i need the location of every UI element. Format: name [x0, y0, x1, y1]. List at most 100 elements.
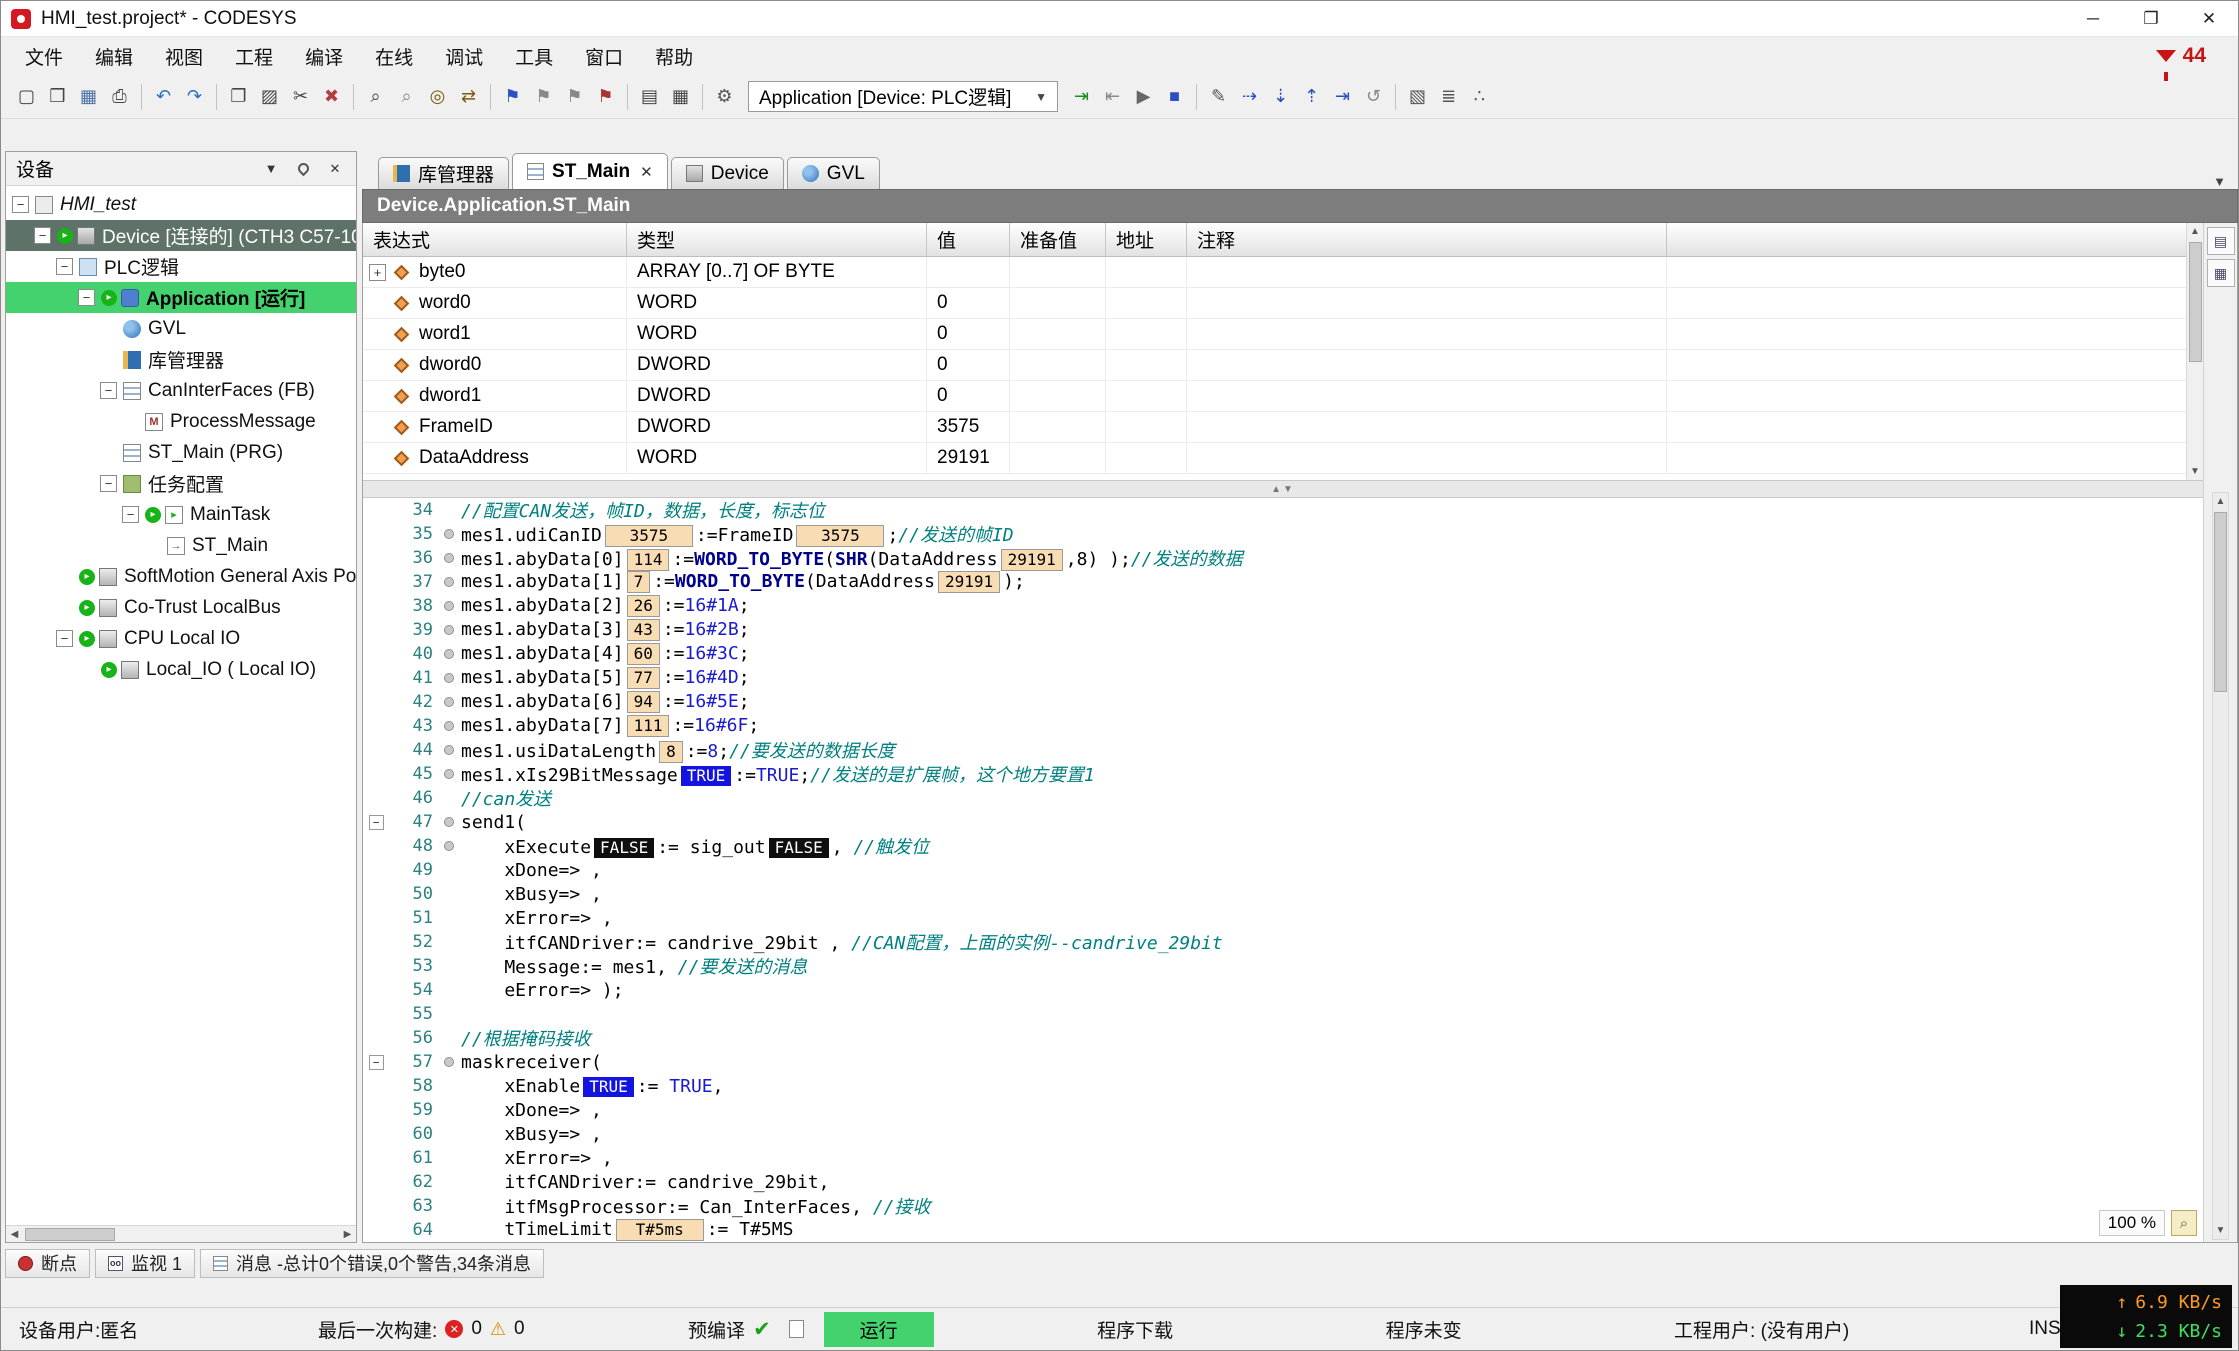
breakpoint-gutter[interactable] — [437, 1057, 461, 1067]
code-line-62[interactable]: 62 itfCANDriver:= candrive_29bit, — [363, 1170, 2203, 1194]
breakpoint-gutter[interactable] — [437, 649, 461, 659]
redo-button[interactable]: ↷ — [179, 81, 210, 112]
breakpoint-gutter[interactable] — [437, 601, 461, 611]
code-line-41[interactable]: 41mes1.abyData[5]77:=16#4D; — [363, 666, 2203, 690]
device-panel-hscrollbar[interactable]: ◀ ▶ — [6, 1225, 356, 1242]
splitter-handle[interactable]: ▲▼ — [363, 480, 2203, 498]
tree-item-st-main-ref[interactable]: ST_Main — [6, 530, 356, 561]
vscroll-thumb[interactable] — [2189, 242, 2202, 362]
monitor-value-box[interactable]: 43 — [627, 619, 660, 641]
column-header-2[interactable]: 值 — [927, 223, 1010, 256]
code-line-53[interactable]: 53 Message:= mes1, //要发送的消息 — [363, 954, 2203, 978]
tree-item-task-config[interactable]: −任务配置 — [6, 468, 356, 499]
expander-icon[interactable]: − — [12, 196, 29, 213]
tree-item-processmessage[interactable]: ProcessMessage — [6, 406, 356, 437]
expander-icon[interactable]: − — [78, 289, 95, 306]
menu-item-online[interactable]: 在线 — [359, 36, 429, 77]
column-header-3[interactable]: 准备值 — [1010, 223, 1106, 256]
code-line-64[interactable]: 64 tTimeLimitT#5ms:= T#5MS — [363, 1218, 2203, 1242]
magnifier-icon[interactable]: ⌕ — [2171, 1210, 2197, 1236]
monitor-false-box[interactable]: FALSE — [594, 838, 654, 858]
code-editor[interactable]: 34//配置CAN发送，帧ID，数据，长度，标志位35mes1.udiCanID… — [363, 498, 2203, 1242]
code-line-63[interactable]: 63 itfMsgProcessor:= Can_InterFaces, //接… — [363, 1194, 2203, 1218]
monitor-value-box[interactable]: 111 — [627, 715, 670, 737]
cut-button[interactable]: ✂ — [285, 81, 316, 112]
scroll-left-icon[interactable]: ◀ — [6, 1226, 23, 1243]
search-project-button[interactable]: ◎ — [422, 81, 453, 112]
code-line-59[interactable]: 59 xDone=> , — [363, 1098, 2203, 1122]
column-header-1[interactable]: 类型 — [627, 223, 927, 256]
table-row[interactable]: word0WORD0 — [363, 288, 2203, 319]
scroll-up-icon[interactable]: ▲ — [2212, 493, 2229, 510]
pin-icon[interactable] — [292, 158, 314, 180]
monitor-value-box[interactable]: 3575 — [605, 525, 693, 547]
monitor-value-box[interactable]: 94 — [627, 691, 660, 713]
code-line-35[interactable]: 35mes1.udiCanID3575:=FrameID3575;//发送的帧I… — [363, 522, 2203, 546]
menu-item-view[interactable]: 视图 — [149, 36, 219, 77]
fold-collapse-icon[interactable]: − — [369, 1055, 384, 1070]
breakpoint-gutter[interactable] — [437, 577, 461, 587]
monitor-value-box[interactable]: 29191 — [1001, 549, 1063, 571]
code-line-42[interactable]: 42mes1.abyData[6]94:=16#5E; — [363, 690, 2203, 714]
declaration-view-button[interactable]: ▤ — [2207, 227, 2235, 255]
menu-item-window[interactable]: 窗口 — [569, 36, 639, 77]
scroll-right-icon[interactable]: ▶ — [339, 1226, 356, 1243]
code-line-38[interactable]: 38mes1.abyData[2]26:=16#1A; — [363, 594, 2203, 618]
active-application-select[interactable]: Application [Device: PLC逻辑]▼ — [748, 81, 1058, 112]
breakpoint-gutter[interactable] — [437, 721, 461, 731]
code-line-51[interactable]: 51 xError=> , — [363, 906, 2203, 930]
logout-button[interactable]: ⇤ — [1097, 81, 1128, 112]
monitor-true-box[interactable]: TRUE — [583, 1077, 634, 1097]
step-out-button[interactable]: ⇡ — [1296, 81, 1327, 112]
monitor-false-box[interactable]: FALSE — [769, 838, 829, 858]
expand-icon[interactable]: + — [369, 264, 386, 281]
close-tab-icon[interactable]: ✕ — [640, 163, 653, 181]
code-vscroll-thumb[interactable] — [2214, 512, 2227, 692]
monitor-value-box[interactable]: 3575 — [796, 525, 884, 547]
tree-item-st-main-prg[interactable]: ST_Main (PRG) — [6, 437, 356, 468]
step-over-button[interactable]: ⇢ — [1234, 81, 1265, 112]
tree-item-application[interactable]: −▸Application [运行] — [6, 282, 356, 313]
table-view-button[interactable]: ▦ — [2207, 259, 2235, 287]
column-header-4[interactable]: 地址 — [1106, 223, 1187, 256]
monitor-value-box[interactable]: 114 — [627, 549, 670, 571]
code-line-36[interactable]: 36mes1.abyData[0]114:=WORD_TO_BYTE(SHR(D… — [363, 546, 2203, 570]
monitor-value-box[interactable]: T#5ms — [616, 1219, 704, 1241]
message-tab-messages[interactable]: 消息 -总计0个错误,0个警告,34条消息 — [200, 1249, 544, 1278]
code-line-43[interactable]: 43mes1.abyData[7]111:=16#6F; — [363, 714, 2203, 738]
minimize-button[interactable]: ─ — [2064, 1, 2122, 36]
tab-list-dropdown-icon[interactable]: ▼ — [2213, 174, 2226, 189]
replace-button[interactable]: ⇄ — [453, 81, 484, 112]
code-line-44[interactable]: 44mes1.usiDataLength8:=8;//要发送的数据长度 — [363, 738, 2203, 762]
call-tree-button[interactable]: ∴ — [1464, 81, 1495, 112]
menu-item-help[interactable]: 帮助 — [639, 36, 709, 77]
message-tab-watch1[interactable]: 监视 1 — [95, 1249, 195, 1278]
column-header-5[interactable]: 注释 — [1187, 223, 1667, 256]
breakpoint-gutter[interactable] — [437, 745, 461, 755]
bookmark-next-button[interactable]: ⚑ — [528, 81, 559, 112]
paste-button[interactable]: ▨ — [254, 81, 285, 112]
code-line-40[interactable]: 40mes1.abyData[4]60:=16#3C; — [363, 642, 2203, 666]
bookmark-prev-button[interactable]: ⚑ — [559, 81, 590, 112]
breakpoint-gutter[interactable] — [437, 769, 461, 779]
expander-icon[interactable]: − — [56, 258, 73, 275]
monitor-value-box[interactable]: 26 — [627, 595, 660, 617]
force-values-button[interactable]: ✎ — [1203, 81, 1234, 112]
save-button[interactable]: ▦ — [73, 81, 104, 112]
breakpoint-gutter[interactable] — [437, 673, 461, 683]
hscroll-thumb[interactable] — [25, 1228, 115, 1241]
start-button[interactable]: ▶ — [1128, 81, 1159, 112]
code-line-46[interactable]: 46//can发送 — [363, 786, 2203, 810]
panel-close-icon[interactable]: ✕ — [324, 158, 346, 180]
login-button[interactable]: ⇥ — [1066, 81, 1097, 112]
code-vscrollbar[interactable]: ▲ ▼ — [2212, 492, 2229, 1240]
menu-item-build[interactable]: 编译 — [289, 36, 359, 77]
bookmark-clear-button[interactable]: ⚑ — [590, 81, 621, 112]
code-line-61[interactable]: 61 xError=> , — [363, 1146, 2203, 1170]
table-row[interactable]: word1WORD0 — [363, 319, 2203, 350]
code-line-37[interactable]: 37mes1.abyData[1]7:=WORD_TO_BYTE(DataAdd… — [363, 570, 2203, 594]
code-line-52[interactable]: 52 itfCANDriver:= candrive_29bit , //CAN… — [363, 930, 2203, 954]
expander-icon[interactable]: − — [100, 475, 117, 492]
code-line-50[interactable]: 50 xBusy=> , — [363, 882, 2203, 906]
tree-item-co-trust-localbus[interactable]: ▸Co-Trust LocalBus — [6, 592, 356, 623]
